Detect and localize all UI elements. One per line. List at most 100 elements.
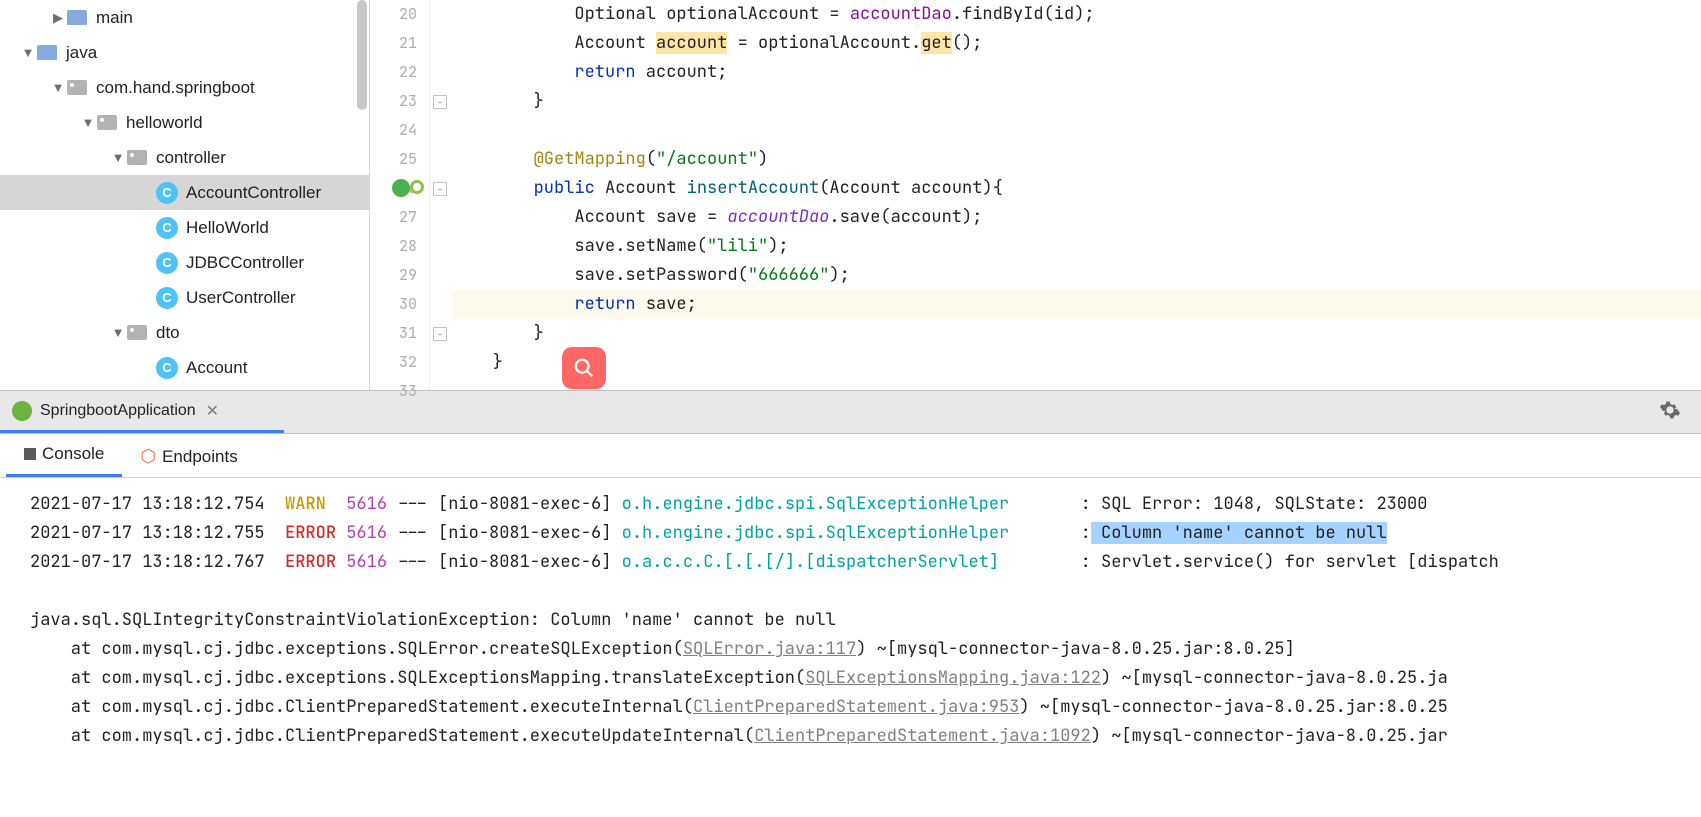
tree-label: helloworld: [126, 113, 203, 133]
expand-arrow-icon[interactable]: [110, 150, 126, 165]
line-number: 20: [370, 0, 417, 29]
line-number: 28: [370, 232, 417, 261]
expand-arrow-icon[interactable]: [20, 45, 36, 60]
line-number: 27: [370, 203, 417, 232]
code-line[interactable]: }: [452, 348, 1701, 377]
tree-item-helloworld[interactable]: helloworld: [0, 105, 369, 140]
class-icon: C: [156, 252, 178, 274]
expand-arrow-icon[interactable]: [110, 325, 126, 340]
code-line[interactable]: return save;: [452, 290, 1701, 319]
search-icon[interactable]: [562, 347, 606, 389]
tree-item-java[interactable]: java: [0, 35, 369, 70]
tree-label: java: [66, 43, 97, 63]
fold-toggle-icon[interactable]: −: [433, 327, 447, 341]
tab-endpoints[interactable]: ⬡ Endpoints: [122, 438, 255, 477]
tree-label: Account: [186, 358, 247, 378]
tree-item-accountcontroller[interactable]: CAccountController: [0, 175, 369, 210]
package-icon: [126, 147, 148, 169]
console-icon: [24, 448, 36, 460]
stack-link[interactable]: SQLError.java:117: [683, 638, 856, 660]
run-tab[interactable]: SpringbootApplication ✕: [0, 391, 284, 433]
line-number: 30: [370, 290, 417, 319]
tab-console[interactable]: Console: [6, 436, 122, 477]
tree-item-com-hand-springboot[interactable]: com.hand.springboot: [0, 70, 369, 105]
package-icon: [96, 112, 118, 134]
spring-icon: [12, 401, 32, 421]
code-line[interactable]: save.setName("lili");: [452, 232, 1701, 261]
code-line[interactable]: save.setPassword("666666");: [452, 261, 1701, 290]
class-icon: C: [156, 182, 178, 204]
line-number: 22: [370, 58, 417, 87]
code-line[interactable]: return account;: [452, 58, 1701, 87]
stack-link[interactable]: SQLExceptionsMapping.java:122: [805, 667, 1101, 689]
code-line[interactable]: public Account insertAccount(Account acc…: [452, 174, 1701, 203]
line-number: 33: [370, 377, 417, 406]
log-line[interactable]: 2021-07-17 13:18:12.767 ERROR 5616 --- […: [30, 548, 1701, 577]
close-icon[interactable]: ✕: [206, 401, 219, 421]
tree-label: JDBCController: [186, 253, 304, 273]
tree-item-dto[interactable]: dto: [0, 315, 369, 350]
class-icon: C: [156, 217, 178, 239]
console-tabs: Console ⬡ Endpoints: [0, 434, 1701, 478]
expand-arrow-icon[interactable]: [50, 10, 66, 26]
stack-link[interactable]: ClientPreparedStatement.java:1092: [754, 725, 1091, 747]
console-output[interactable]: 2021-07-17 13:18:12.754 WARN 5616 --- [n…: [0, 478, 1701, 817]
log-line[interactable]: 2021-07-17 13:18:12.754 WARN 5616 --- [n…: [30, 490, 1701, 519]
code-area[interactable]: Optional optionalAccount = accountDao.fi…: [452, 0, 1701, 390]
endpoints-icon: ⬡: [140, 446, 156, 467]
code-line[interactable]: Optional optionalAccount = accountDao.fi…: [452, 0, 1701, 29]
code-line[interactable]: Account save = accountDao.save(account);: [452, 203, 1701, 232]
code-line[interactable]: [452, 377, 1701, 406]
line-number: 24: [370, 116, 417, 145]
tree-item-usercontroller[interactable]: C UserController: [0, 280, 369, 315]
run-title: SpringbootApplication: [40, 402, 196, 420]
tree-label: UserController: [186, 288, 296, 308]
project-tree[interactable]: main java com.hand.springboot helloworld con…: [0, 0, 370, 390]
expand-arrow-icon[interactable]: [50, 80, 66, 95]
code-editor[interactable]: 2021222324252627282930313233 −−− Optiona…: [370, 0, 1701, 390]
log-line[interactable]: 2021-07-17 13:18:12.755 ERROR 5616 --- […: [30, 519, 1701, 548]
tree-item-main[interactable]: main: [0, 0, 369, 35]
code-line[interactable]: }: [452, 319, 1701, 348]
line-number: 29: [370, 261, 417, 290]
package-icon: [66, 77, 88, 99]
line-number: 23: [370, 87, 417, 116]
run-tool-window: SpringbootApplication ✕ Console ⬡ Endpoi…: [0, 390, 1701, 817]
code-line[interactable]: Account account = optionalAccount.get();: [452, 29, 1701, 58]
tree-label: dto: [156, 323, 180, 343]
tree-scrollbar[interactable]: [357, 0, 367, 110]
tree-label: main: [96, 8, 133, 28]
tree-item-jdbccontroller[interactable]: C JDBCController: [0, 245, 369, 280]
stack-line[interactable]: at com.mysql.cj.jdbc.ClientPreparedState…: [30, 722, 1701, 751]
tree-item-account[interactable]: C Account: [0, 350, 369, 385]
stack-line[interactable]: at com.mysql.cj.jdbc.exceptions.SQLExcep…: [30, 664, 1701, 693]
class-icon: C: [156, 287, 178, 309]
run-gutter-icon[interactable]: [392, 179, 410, 197]
line-number: 25: [370, 145, 417, 174]
expand-arrow-icon[interactable]: [80, 115, 96, 130]
exception-line[interactable]: java.sql.SQLIntegrityConstraintViolation…: [30, 606, 1701, 635]
line-number: 31: [370, 319, 417, 348]
run-gutter-icon2[interactable]: [410, 180, 424, 194]
code-line[interactable]: }: [452, 87, 1701, 116]
line-number: 32: [370, 348, 417, 377]
package-icon: [126, 322, 148, 344]
fold-toggle-icon[interactable]: −: [433, 95, 447, 109]
fold-column[interactable]: − − −: [430, 0, 452, 390]
code-line[interactable]: @GetMapping("/account"): [452, 145, 1701, 174]
fold-toggle-icon[interactable]: −: [433, 182, 447, 196]
stack-line[interactable]: at com.mysql.cj.jdbc.exceptions.SQLError…: [30, 635, 1701, 664]
line-number: 21: [370, 29, 417, 58]
tree-item-role[interactable]: CRole: [0, 385, 369, 390]
tree-label: com.hand.springboot: [96, 78, 255, 98]
folder-icon: [66, 7, 88, 29]
code-line[interactable]: [452, 116, 1701, 145]
stack-link[interactable]: ClientPreparedStatement.java:953: [693, 696, 1019, 718]
tree-label: HelloWorld: [186, 218, 269, 238]
class-icon: C: [156, 357, 178, 379]
tree-label: controller: [156, 148, 226, 168]
tree-item-controller[interactable]: controller: [0, 140, 369, 175]
folder-icon: [36, 42, 58, 64]
stack-line[interactable]: at com.mysql.cj.jdbc.ClientPreparedState…: [30, 693, 1701, 722]
tree-item-helloworld[interactable]: C HelloWorld: [0, 210, 369, 245]
